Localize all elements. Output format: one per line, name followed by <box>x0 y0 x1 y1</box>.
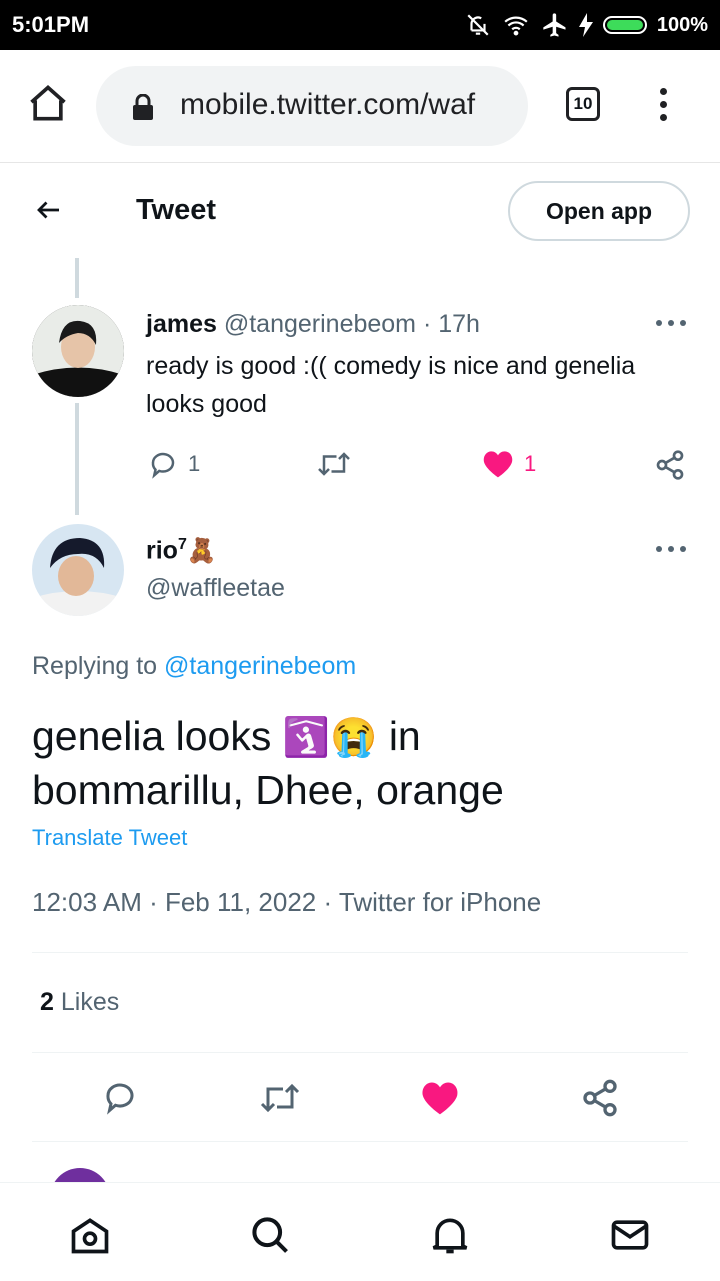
page-title: Tweet <box>136 194 217 226</box>
browser-menu-button[interactable] <box>656 88 670 124</box>
status-bar: 5:01PM 100% <box>0 0 720 50</box>
parent-handle[interactable]: @tangerinebeom <box>224 310 416 338</box>
status-time: 5:01PM <box>12 12 90 37</box>
lock-icon <box>133 94 153 120</box>
airplane-icon <box>543 13 566 37</box>
replying-to-label: Replying to <box>32 652 158 680</box>
author-name-superscript: 7 <box>177 536 187 553</box>
bell-icon[interactable] <box>428 1213 472 1257</box>
teddy-bear-icon: 🧸 <box>186 537 217 565</box>
mail-icon[interactable] <box>608 1213 652 1257</box>
url-text: mobile.twitter.com/waf <box>180 88 476 121</box>
parent-tweet-text-line1: ready is good :(( comedy is nice and gen… <box>146 352 636 380</box>
replying-to-handle[interactable]: @tangerinebeom <box>164 652 356 680</box>
parent-tweet-text-line2: looks good <box>146 390 267 418</box>
divider <box>32 1052 688 1053</box>
share-icon[interactable] <box>580 1078 620 1118</box>
wifi-icon <box>504 16 528 36</box>
tweet-text-line2: bommarillu, Dhee, orange <box>32 767 504 813</box>
parent-display-name[interactable]: james <box>146 310 217 338</box>
more-options-icon[interactable] <box>656 546 686 554</box>
bell-off-icon <box>467 14 489 36</box>
charging-icon <box>578 13 593 37</box>
status-icons: 100% <box>465 10 708 40</box>
search-icon[interactable] <box>248 1213 292 1257</box>
reply-icon <box>151 452 175 479</box>
likes-label: Likes <box>60 988 120 1016</box>
tweet-text-end: in <box>388 713 421 759</box>
thread-line-top <box>75 258 79 298</box>
avatar[interactable] <box>32 524 124 616</box>
home-icon[interactable] <box>26 82 70 126</box>
crying-face-icon: 😭 <box>330 717 378 759</box>
heart-filled-icon <box>483 451 513 478</box>
battery-icon <box>602 16 647 34</box>
home-icon[interactable] <box>68 1213 112 1257</box>
likes-summary[interactable]: 2 Likes <box>40 988 119 1017</box>
share-button[interactable] <box>654 449 686 481</box>
place-of-worship-icon: 🛐 <box>282 717 331 759</box>
retweet-button[interactable] <box>316 449 352 479</box>
translate-tweet-link[interactable]: Translate Tweet <box>32 825 187 851</box>
author-handle[interactable]: @waffleetae <box>146 574 285 603</box>
bottom-nav <box>0 1182 720 1281</box>
reply-button[interactable]: 1 <box>148 449 200 479</box>
retweet-icon <box>318 452 350 476</box>
tweet-text-line1: genelia looks 🛐😭 in <box>32 710 421 764</box>
divider <box>32 952 688 953</box>
likes-count: 2 <box>40 988 54 1016</box>
tab-switcher-button[interactable]: 10 <box>566 87 600 121</box>
browser-toolbar: mobile.twitter.com/waf 10 <box>0 50 720 163</box>
back-arrow-icon[interactable] <box>32 195 66 225</box>
share-icon <box>656 450 684 480</box>
like-count: 1 <box>524 451 537 476</box>
author-display-name[interactable]: rio <box>146 536 178 564</box>
open-app-button[interactable]: Open app <box>508 181 690 241</box>
more-options-icon[interactable] <box>656 320 686 328</box>
thread-line-bottom <box>75 403 79 515</box>
tweet-page-header: Tweet Open app <box>0 163 720 258</box>
reply-icon[interactable] <box>102 1079 138 1115</box>
tweet-timestamp: 12:03 AM · Feb 11, 2022 · Twitter for iP… <box>32 887 542 917</box>
retweet-icon[interactable] <box>258 1080 302 1116</box>
avatar[interactable] <box>32 305 124 397</box>
tweet-text-start: genelia looks <box>32 713 272 759</box>
url-bar[interactable]: mobile.twitter.com/waf <box>96 66 528 146</box>
divider <box>32 1141 688 1142</box>
like-button[interactable]: 1 <box>482 449 536 479</box>
reply-count: 1 <box>188 451 201 476</box>
heart-filled-icon[interactable] <box>420 1080 460 1116</box>
battery-percent: 100% <box>656 13 708 36</box>
parent-time[interactable]: · 17h <box>423 310 480 338</box>
